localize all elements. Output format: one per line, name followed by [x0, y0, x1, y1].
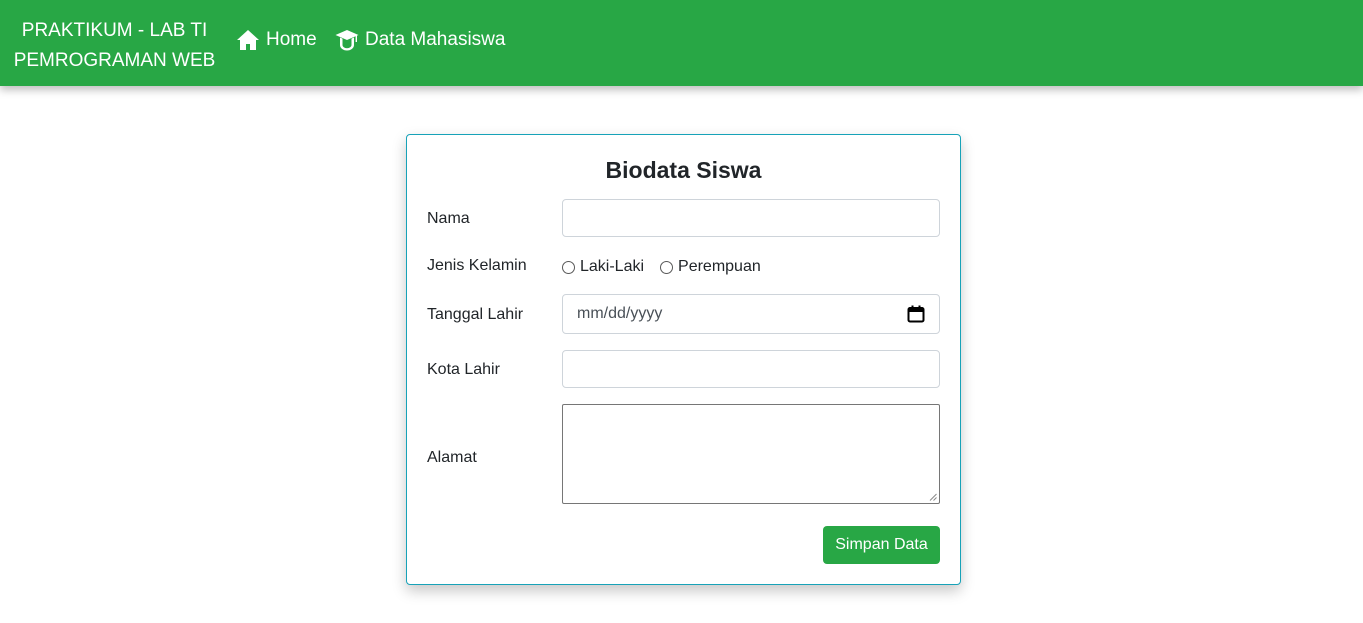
- gender-option-perempuan-label: Perempuan: [678, 258, 761, 275]
- brand-line-1: PRAKTIKUM - LAB TI: [21, 20, 208, 41]
- nav-link-home-label: Home: [266, 29, 317, 50]
- form-title: Biodata Siswa: [605, 157, 762, 183]
- biodata-form-card: Biodata Siswa Nama Jenis Kelamin Laki-La…: [406, 134, 961, 585]
- nav-link-data-mahasiswa-label: Data Mahasiswa: [365, 29, 506, 50]
- gender-option-laki-laki[interactable]: Laki-Laki: [562, 258, 644, 276]
- tanggal-lahir-placeholder: mm/dd/yyyy: [577, 305, 663, 322]
- resize-handle-icon[interactable]: [929, 493, 937, 501]
- top-navbar: PRAKTIKUM - LAB TI PEMROGRAMAN WEB Home …: [0, 0, 1363, 86]
- kota-lahir-input[interactable]: [562, 350, 940, 388]
- tanggal-lahir-label: Tanggal Lahir: [427, 306, 524, 323]
- nav-link-home[interactable]: Home: [236, 26, 317, 54]
- gender-radio-group: Laki-Laki Perempuan: [562, 257, 777, 277]
- graduation-cap-icon: [335, 30, 359, 51]
- kota-lahir-label: Kota Lahir: [427, 361, 500, 378]
- brand-line-2: PEMROGRAMAN WEB: [13, 50, 216, 71]
- radio-laki-laki[interactable]: [562, 260, 575, 274]
- brand[interactable]: PRAKTIKUM - LAB TI PEMROGRAMAN WEB: [0, 16, 229, 76]
- gender-option-laki-laki-label: Laki-Laki: [580, 258, 645, 275]
- simpan-data-button[interactable]: Simpan Data: [823, 526, 940, 564]
- nama-label: Nama: [427, 210, 470, 227]
- alamat-textarea[interactable]: [562, 404, 940, 504]
- alamat-label: Alamat: [427, 449, 477, 466]
- nav-link-data-mahasiswa[interactable]: Data Mahasiswa: [335, 26, 505, 54]
- gender-option-perempuan[interactable]: Perempuan: [660, 258, 761, 276]
- jenis-kelamin-label: Jenis Kelamin: [427, 257, 527, 274]
- nama-input[interactable]: [562, 199, 940, 237]
- calendar-icon[interactable]: [907, 305, 925, 323]
- radio-perempuan[interactable]: [660, 260, 674, 274]
- home-icon: [237, 30, 259, 50]
- tanggal-lahir-input[interactable]: mm/dd/yyyy: [562, 294, 940, 334]
